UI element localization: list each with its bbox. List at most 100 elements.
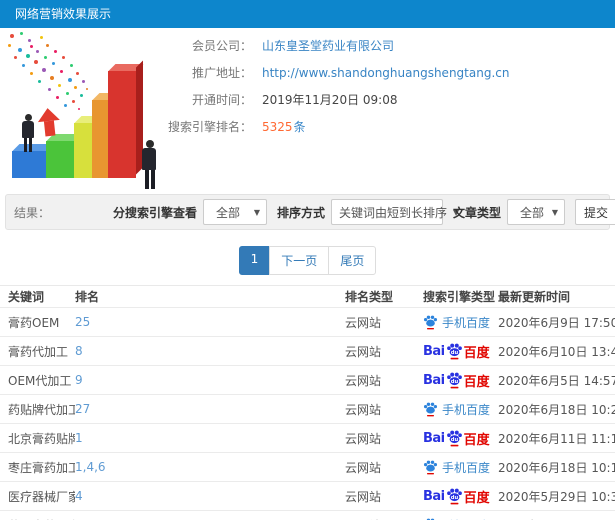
top-section: 会员公司： 山东皇圣堂药业有限公司 推广地址： http://www.shand… bbox=[0, 28, 615, 192]
confetti-dot bbox=[72, 100, 75, 103]
account-info: 会员公司： 山东皇圣堂药业有限公司 推广地址： http://www.shand… bbox=[160, 32, 615, 140]
rank-link[interactable]: 1 bbox=[75, 423, 345, 453]
confetti-dot bbox=[38, 80, 41, 83]
updated-cell: 2020年6月18日 10:19 bbox=[498, 452, 615, 482]
sort-label: 排序方式 bbox=[276, 205, 325, 220]
promo-url-label: 推广地址： bbox=[191, 66, 252, 80]
sort-select[interactable]: 关键词由短到长排序 ▼ bbox=[330, 199, 459, 225]
confetti-dot bbox=[20, 32, 23, 35]
baidu-paw-icon: du bbox=[446, 430, 462, 446]
mobile-baidu-badge: 手机百度 bbox=[423, 459, 498, 476]
rank-link[interactable]: 4 bbox=[75, 481, 345, 511]
engine-rank-row: 搜索引擎排名： 5325条 bbox=[160, 113, 615, 140]
next-page-button[interactable]: 下一页 bbox=[269, 246, 330, 275]
engine-view-select[interactable]: 全部 ▼ bbox=[202, 199, 267, 225]
result-label: 结果： bbox=[14, 205, 51, 220]
baidu-logo: Bai du 百度 bbox=[423, 430, 490, 448]
updated-cell: 2020年6月9日 17:50 bbox=[498, 307, 615, 337]
keyword-cell: 医疗器械厂家 bbox=[0, 481, 75, 511]
article-type-selected: 全部 bbox=[520, 205, 545, 220]
confetti-dot bbox=[42, 68, 46, 72]
rank-link[interactable]: 17 bbox=[75, 510, 345, 520]
rank-link[interactable]: 27 bbox=[75, 394, 345, 424]
confetti-dot bbox=[64, 104, 67, 107]
confetti-dot bbox=[52, 62, 55, 65]
col-engine-type: 搜索引擎类型 bbox=[423, 285, 498, 308]
confetti-dot bbox=[10, 34, 14, 38]
baidu-paw-icon bbox=[423, 315, 438, 329]
baidu-paw-icon: du bbox=[446, 343, 462, 359]
rank-link[interactable]: 8 bbox=[75, 336, 345, 366]
pagination: 1 下一页 尾页 bbox=[0, 246, 615, 275]
promo-url-link[interactable]: http://www.shandonghuangshengtang.cn bbox=[262, 66, 509, 80]
confetti-dot bbox=[86, 88, 88, 90]
confetti-dot bbox=[18, 48, 22, 52]
submit-button[interactable]: 提交 bbox=[575, 199, 615, 225]
confetti-dot bbox=[62, 56, 65, 59]
updated-cell: 2020年6月10日 13:40 bbox=[498, 336, 615, 366]
article-type-select[interactable]: 全部 ▼ bbox=[507, 199, 565, 225]
updated-cell: 2020年6月5日 14:57 bbox=[498, 365, 615, 395]
mobile-baidu-badge: 手机百度 bbox=[423, 401, 498, 418]
confetti-dot bbox=[78, 108, 80, 110]
rank-count: 5325 bbox=[262, 120, 293, 134]
keyword-cell: 菏泽膏药厂家 bbox=[0, 510, 75, 520]
confetti-dot bbox=[58, 84, 61, 87]
confetti-dot bbox=[44, 56, 47, 59]
article-type-label: 文章类型 bbox=[452, 205, 501, 220]
confetti-dot bbox=[76, 72, 79, 75]
engine-rank-label: 搜索引擎排名： bbox=[167, 120, 252, 134]
rank-link[interactable]: 1,4,6 bbox=[75, 452, 345, 482]
col-keyword: 关键词 bbox=[0, 285, 75, 308]
engine-rank-value: 5325条 bbox=[262, 118, 306, 135]
company-label: 会员公司： bbox=[191, 39, 252, 53]
updated-cell: 2020年6月11日 11:40 bbox=[498, 510, 615, 520]
confetti-dot bbox=[48, 88, 51, 91]
baidu-paw-icon: du bbox=[446, 488, 462, 504]
page-1-button[interactable]: 1 bbox=[238, 246, 271, 275]
baidu-paw-icon bbox=[423, 460, 438, 474]
confetti-dot bbox=[54, 50, 57, 53]
confetti-dot bbox=[70, 64, 73, 67]
confetti-dot bbox=[82, 80, 85, 83]
rank-link[interactable]: 9 bbox=[75, 365, 345, 395]
baidu-logo: Bai du 百度 bbox=[423, 372, 490, 390]
confetti-dot bbox=[28, 39, 31, 42]
businessman-right bbox=[140, 140, 158, 190]
rank-unit: 条 bbox=[293, 120, 306, 134]
table-row: 膏药OEM 25 云网站 手机百度 2020年6月9日 17:50 bbox=[0, 307, 615, 337]
confetti-dot bbox=[8, 44, 11, 47]
bar-green bbox=[46, 130, 83, 178]
company-row: 会员公司： 山东皇圣堂药业有限公司 bbox=[160, 32, 615, 59]
confetti-dot bbox=[60, 70, 63, 73]
last-page-button[interactable]: 尾页 bbox=[328, 246, 377, 275]
baidu-logo: Bai du 百度 bbox=[423, 488, 490, 506]
filter-controls: 分搜索引擎查看 全部 ▼ 排序方式 关键词由短到长排序 ▼ 文章类型 全部 ▼ … bbox=[103, 199, 615, 225]
chevron-down-icon: ▼ bbox=[551, 207, 558, 217]
table-row: 菏泽膏药厂家 17 云网站 手机百度 2020年6月11日 11:40 bbox=[0, 510, 615, 520]
col-rank: 排名 bbox=[75, 285, 345, 308]
rank-link[interactable]: 25 bbox=[75, 307, 345, 337]
updated-cell: 2020年6月11日 11:18 bbox=[498, 423, 615, 453]
table-row: 膏药代加工 8 云网站 Bai du 百度 2020年6月10日 13:40 bbox=[0, 336, 615, 366]
keyword-cell: OEM代加工 bbox=[0, 365, 75, 395]
sort-selected: 关键词由短到长排序 bbox=[338, 205, 447, 220]
filter-bar: 结果： 分搜索引擎查看 全部 ▼ 排序方式 关键词由短到长排序 ▼ 文章类型 全… bbox=[5, 194, 615, 230]
confetti-dot bbox=[50, 76, 54, 80]
baidu-logo: Bai du 百度 bbox=[423, 343, 490, 361]
keyword-cell: 膏药OEM bbox=[0, 307, 75, 337]
page-title: 网络营销效果展示 bbox=[15, 7, 112, 21]
chevron-down-icon: ▼ bbox=[253, 207, 260, 217]
confetti-dot bbox=[68, 78, 72, 82]
confetti-dot bbox=[66, 92, 69, 95]
confetti-dot bbox=[30, 72, 33, 75]
keyword-cell: 膏药代加工 bbox=[0, 336, 75, 366]
table-header-row: 关键词 排名 排名类型 搜索引擎类型 最新更新时间 bbox=[0, 285, 615, 308]
svg-text:du: du bbox=[450, 379, 458, 385]
open-time-row: 开通时间： 2019年11月20日 09:08 bbox=[160, 86, 615, 113]
table-row: 药贴牌代加工 27 云网站 手机百度 2020年6月18日 10:25 bbox=[0, 394, 615, 424]
company-link[interactable]: 山东皇圣堂药业有限公司 bbox=[262, 37, 394, 54]
confetti-dot bbox=[34, 60, 38, 64]
rank-type-cell: 云网站 bbox=[345, 481, 423, 511]
bar-blue bbox=[12, 140, 53, 178]
